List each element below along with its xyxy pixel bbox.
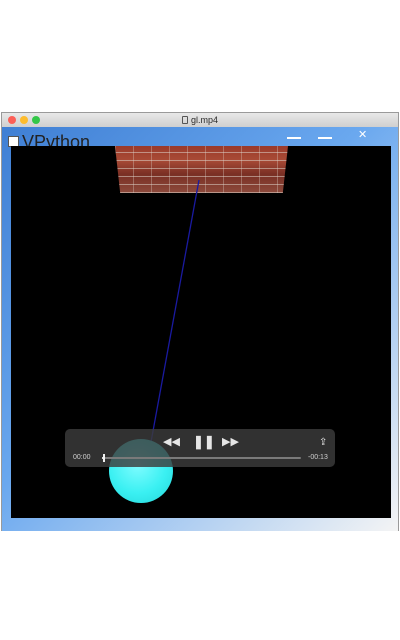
bg-close-icon: ✕ — [358, 129, 368, 141]
playback-controls: ◀◀ ❚❚ ▶▶ ⇪ 00:00 -00:13 — [65, 429, 335, 467]
playhead-handle[interactable] — [102, 454, 105, 462]
video-player-window: gl.mp4 VPython ✕ — [1, 112, 399, 531]
bg-maximize-icon — [318, 137, 332, 139]
remaining-time: -00:13 — [308, 454, 328, 461]
pause-icon[interactable]: ❚❚ — [193, 435, 215, 448]
video-file-icon — [181, 116, 188, 124]
fast-forward-icon[interactable]: ▶▶ — [222, 437, 239, 448]
share-icon[interactable]: ⇪ — [319, 437, 327, 448]
bg-minimize-icon — [287, 137, 301, 139]
title-bar[interactable]: gl.mp4 — [2, 113, 398, 128]
progress-scrubber[interactable] — [102, 454, 301, 462]
current-time: 00:00 — [73, 454, 91, 461]
window-title: gl.mp4 — [190, 115, 218, 125]
window-title-area: gl.mp4 — [2, 114, 398, 126]
rewind-icon[interactable]: ◀◀ — [163, 437, 180, 448]
